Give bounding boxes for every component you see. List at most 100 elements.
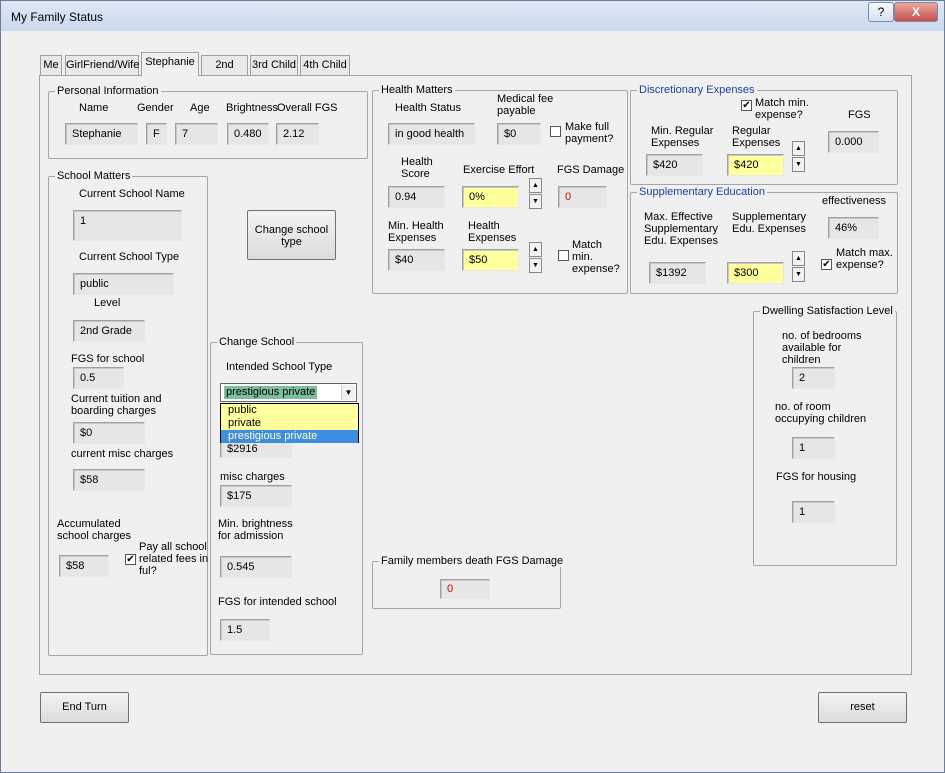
min-brightness-label: Min. brightness for admission [218,518,293,542]
gender-header: Gender [137,102,174,114]
up-arrow-icon[interactable]: ▲ [792,141,805,156]
up-arrow-icon[interactable]: ▲ [529,242,542,257]
brightness-header: Brightness [226,102,278,114]
max-effective-field: $1392 [649,262,706,284]
effectiveness-label: effectiveness [822,195,887,207]
reset-button[interactable]: reset [818,692,907,723]
supplementary-title: Supplementary Education [637,186,767,198]
supplementary-expenses-label: Supplementary Edu. Expenses [732,211,806,235]
dwelling-title: Dwelling Satisfaction Level [760,305,895,317]
misc-charges-label: current misc charges [71,448,174,460]
match-max-supplementary-label: Match max. expense? [836,247,893,271]
change-school-type-button[interactable]: Change school type [247,210,336,260]
brightness-field: 0.480 [227,123,269,145]
school-name-field: 1 [73,210,182,241]
health-score-label: Health Score [401,156,433,180]
overall-fgs-header: Overall FGS [277,102,338,114]
effectiveness-field: 46% [828,217,879,239]
content-frame: Me GirlFriend/Wife Stephanie 2nd Child 3… [10,35,938,769]
intended-type-select[interactable]: prestigious private ▼ [220,383,357,402]
death-damage-title: Family members death FGS Damage [379,555,566,567]
match-min-health-checkbox[interactable] [558,250,569,261]
exercise-effort-spinner[interactable]: ▲ ▼ [529,178,542,210]
end-turn-button[interactable]: End Turn [40,692,129,723]
age-header: Age [190,102,210,114]
supplementary-spinner[interactable]: ▲ ▼ [792,251,805,283]
min-regular-label: Min. Regular Expenses [651,125,714,149]
bedrooms-label: no. of bedrooms available for children [782,330,862,366]
title-bar: My Family Status ? X [1,1,944,31]
bedrooms-field: 2 [792,367,835,389]
help-button[interactable]: ? [868,2,894,22]
tab-4th-child[interactable]: 4th Child [300,55,350,75]
pay-all-checkbox[interactable]: ✔ [125,554,136,565]
discretionary-fgs-field: 0.000 [828,131,879,153]
window-title: My Family Status [11,10,104,24]
down-arrow-icon[interactable]: ▼ [529,194,542,209]
intended-type-value: prestigious private [224,386,318,399]
pay-all-label: Pay all school related fees in ful? [139,541,209,577]
intended-type-label: Intended School Type [226,361,333,373]
gender-field: F [146,123,167,145]
intended-misc-field: $175 [220,485,292,507]
down-arrow-icon[interactable]: ▼ [529,258,542,273]
school-type-label: Current School Type [79,251,180,263]
personal-info-title: Personal Information [55,85,161,97]
match-max-supplementary-checkbox[interactable]: ✔ [821,259,832,270]
tab-2nd-child[interactable]: 2nd Child [201,55,248,89]
tab-me[interactable]: Me [40,55,62,75]
option-prestigious-private[interactable]: prestigious private [221,430,358,443]
health-status-label: Health Status [395,102,462,114]
exercise-effort-field[interactable]: 0% [462,186,519,208]
medical-fee-label: Medical fee payable [497,93,554,117]
rooms-label: no. of room occupying children [775,401,867,425]
health-expenses-field[interactable]: $50 [462,249,519,271]
housing-fgs-label: FGS for housing [776,471,857,483]
up-arrow-icon[interactable]: ▲ [529,178,542,193]
full-payment-checkbox[interactable] [550,126,561,137]
close-button[interactable]: X [894,2,938,22]
discretionary-fgs-label: FGS [848,109,871,121]
up-arrow-icon[interactable]: ▲ [792,251,805,266]
match-min-discretionary-checkbox[interactable]: ✔ [741,100,752,111]
name-field: Stephanie [65,123,138,145]
tuition-label: Current tuition and boarding charges [71,393,162,417]
match-min-health-label: Match min. expense? [572,239,620,275]
accumulated-field: $58 [59,555,109,577]
intended-type-options: public private prestigious private [220,403,359,443]
max-effective-label: Max. Effective Supplementary Edu. Expens… [644,211,718,247]
min-health-field: $40 [388,249,445,271]
health-expenses-label: Health Expenses [468,220,517,244]
regular-expenses-spinner[interactable]: ▲ ▼ [792,141,805,173]
school-name-label: Current School Name [79,188,185,200]
intended-fgs-field: 1.5 [220,619,270,641]
fgs-damage-field: 0 [558,186,607,208]
fgs-damage-label: FGS Damage [557,164,625,176]
down-arrow-icon[interactable]: ▼ [792,157,805,172]
overall-fgs-field: 2.12 [276,123,319,145]
name-header: Name [79,102,109,114]
match-min-discretionary-label: Match min. expense? [755,97,809,121]
down-arrow-icon[interactable]: ▼ [792,267,805,282]
supplementary-expenses-field[interactable]: $300 [727,262,784,284]
accumulated-label: Accumulated school charges [57,518,131,542]
tab-stephanie[interactable]: Stephanie [141,52,199,76]
rooms-field: 1 [792,437,835,459]
health-expenses-spinner[interactable]: ▲ ▼ [529,242,542,274]
discretionary-title: Discretionary Expenses [637,84,757,96]
option-public[interactable]: public [221,404,358,417]
tab-girlfriend-wife[interactable]: GirlFriend/Wife [65,55,139,75]
tab-3rd-child[interactable]: 3rd Child [250,55,298,75]
misc-charges-field: $58 [73,469,145,491]
housing-fgs-field: 1 [792,501,835,523]
school-fgs-field: 0.5 [73,367,124,389]
school-matters-title: School Matters [55,170,133,182]
tuition-field: $0 [73,422,145,444]
health-status-field: in good health [388,123,475,145]
health-score-field: 0.94 [388,186,445,208]
death-damage-field: 0 [440,579,490,599]
regular-expenses-field[interactable]: $420 [727,154,784,176]
exercise-effort-label: Exercise Effort [463,164,535,176]
chevron-down-icon[interactable]: ▼ [341,385,355,400]
option-private[interactable]: private [221,417,358,430]
